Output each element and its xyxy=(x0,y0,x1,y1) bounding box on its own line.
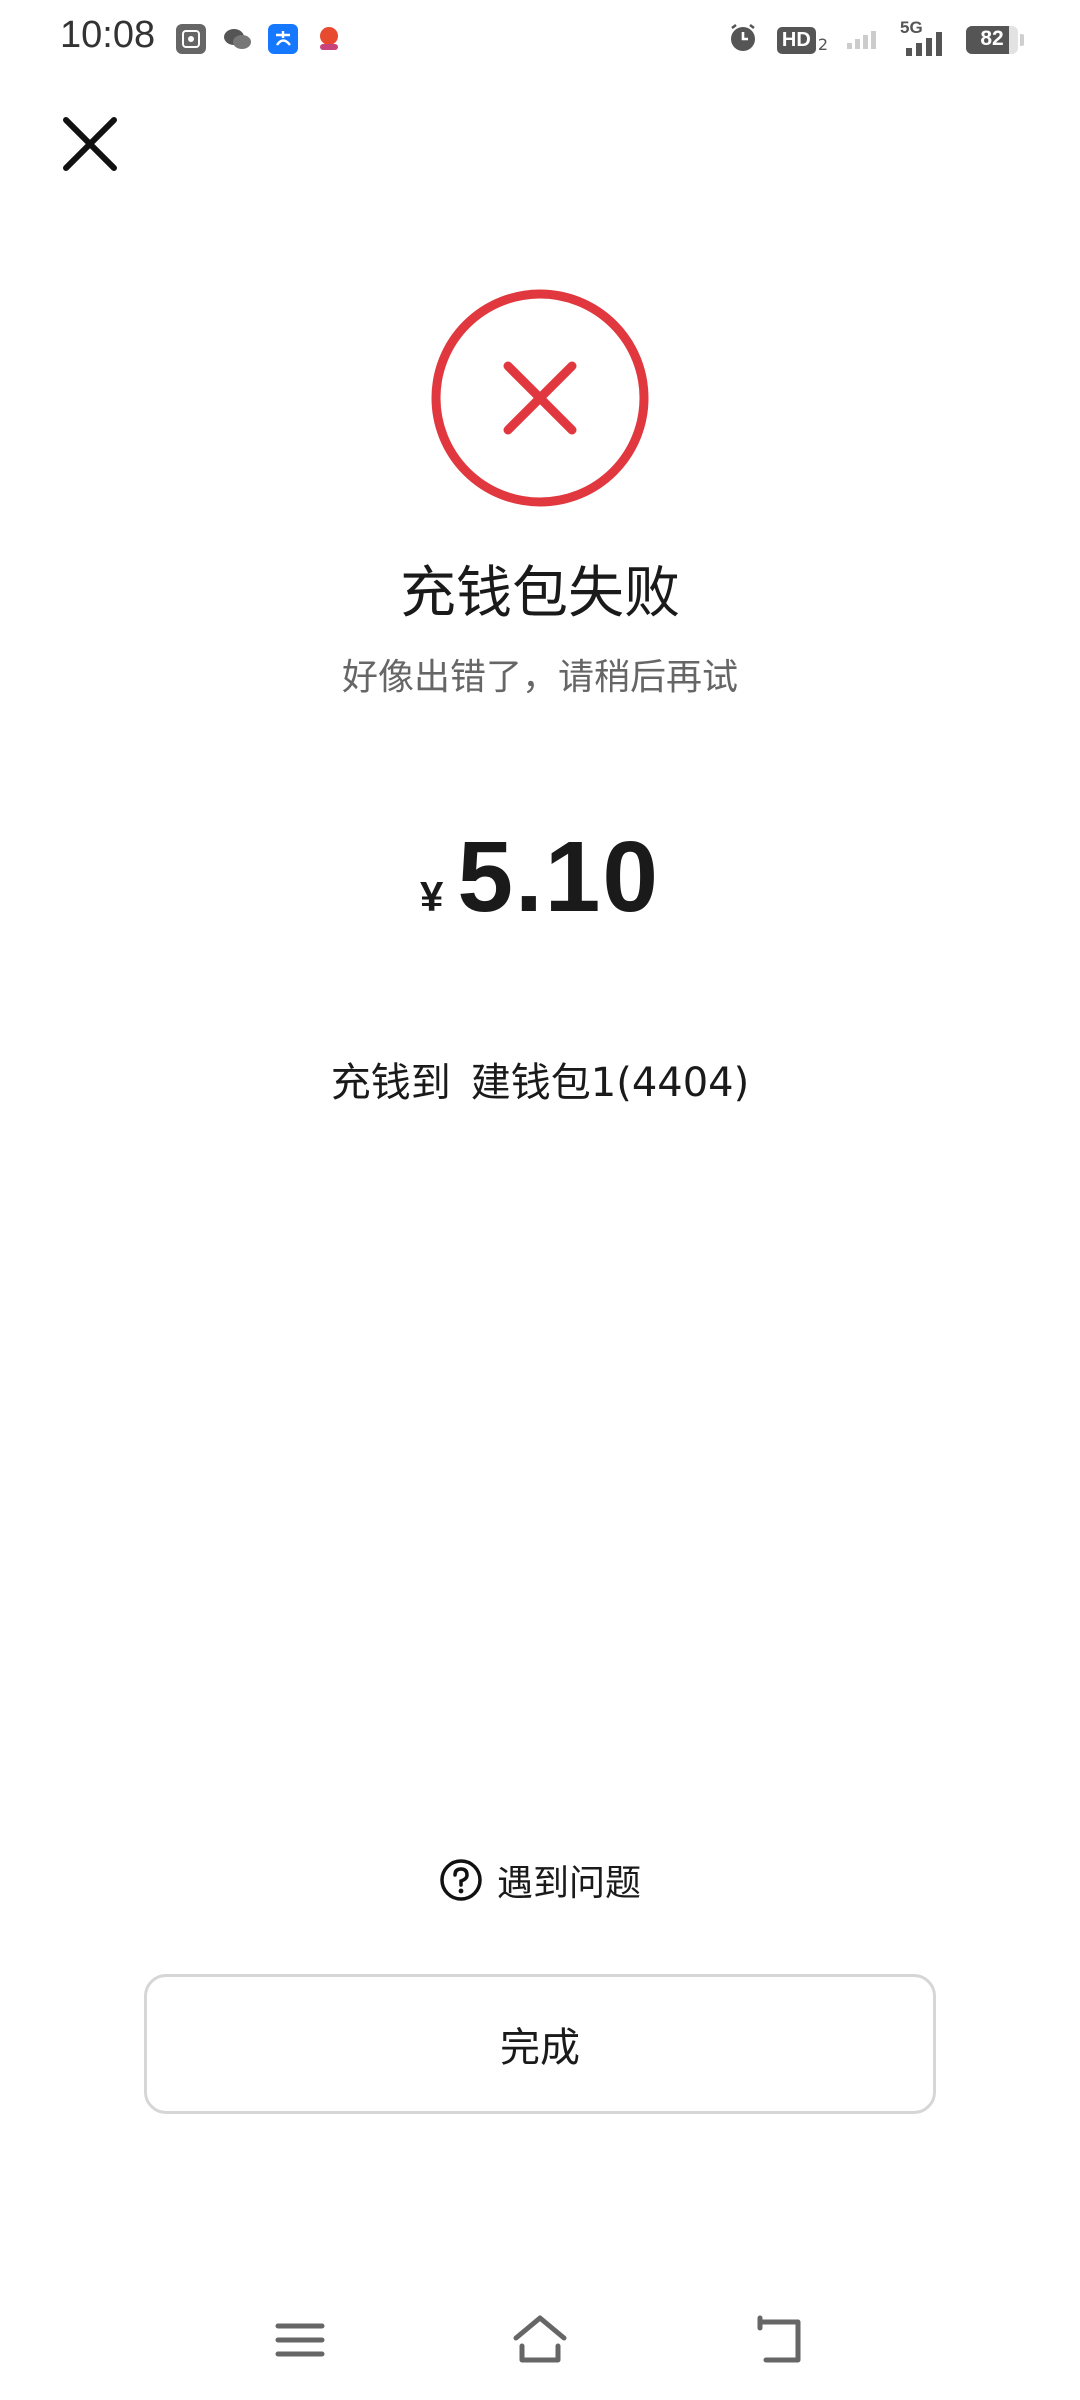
status-bar: 10:08 HD 2 5G 82 xyxy=(0,0,1080,80)
promo-app-icon xyxy=(314,24,344,54)
signal-5g-icon: 5G xyxy=(900,18,948,58)
battery-indicator: 82 xyxy=(966,26,1024,54)
notification-icons xyxy=(176,24,344,54)
destination-wallet: 建钱包1(4404) xyxy=(470,1060,750,1106)
failure-icon xyxy=(430,288,650,508)
done-label: 完成 xyxy=(500,2025,580,2071)
amount-value: 5.10 xyxy=(457,821,660,933)
help-label: 遇到问题 xyxy=(496,1863,641,1904)
result-subtitle: 好像出错了，请稍后再试 xyxy=(341,657,738,698)
system-status-icons: HD 2 5G 82 xyxy=(727,18,1024,58)
menu-button[interactable] xyxy=(270,2310,330,2370)
destination-label: 充钱到 xyxy=(330,1060,451,1106)
home-button[interactable] xyxy=(510,2310,570,2370)
destination-row: 充钱到 建钱包1(4404) xyxy=(0,1050,1080,1108)
close-button[interactable] xyxy=(56,110,124,178)
amount-display: ¥ 5.10 xyxy=(0,820,1080,935)
alarm-icon xyxy=(727,22,759,58)
menu-icon xyxy=(275,2323,325,2357)
status-time: 10:08 xyxy=(60,14,156,56)
navigation-bar xyxy=(0,2280,1080,2400)
back-button[interactable] xyxy=(750,2310,810,2370)
close-icon xyxy=(63,117,117,171)
alipay-icon xyxy=(268,24,298,54)
help-link[interactable]: 遇到问题 xyxy=(0,1854,1080,1906)
back-icon xyxy=(757,2315,801,2363)
home-icon xyxy=(513,2315,567,2363)
gallery-icon xyxy=(176,24,206,54)
done-button[interactable]: 完成 xyxy=(144,1974,936,2114)
currency-symbol: ¥ xyxy=(420,873,444,920)
question-icon xyxy=(440,1859,482,1901)
signal-sim2-icon xyxy=(846,25,882,55)
wechat-icon xyxy=(222,24,252,54)
result-title: 充钱包失败 xyxy=(400,561,680,626)
hd-voice-indicator: HD 2 xyxy=(776,26,828,54)
